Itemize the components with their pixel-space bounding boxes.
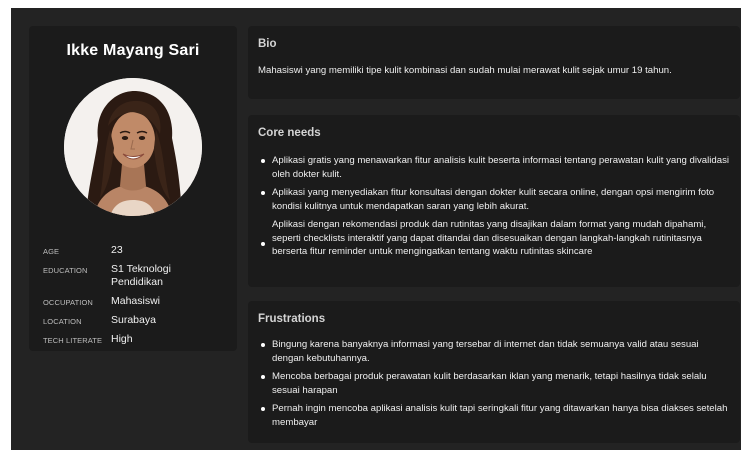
list-item: Aplikasi yang menyediakan fitur konsulta… <box>258 186 730 213</box>
list-item: Aplikasi dengan rekomendasi produk dan r… <box>258 218 730 259</box>
bullet-icon <box>261 191 265 195</box>
persona-canvas: Ikke Mayang Sari AGE 23 EDUCATION S1 Tek… <box>11 8 741 450</box>
list-item-text: Mencoba berbagai produk perawatan kulit … <box>272 371 707 396</box>
list-item-text: Aplikasi dengan rekomendasi produk dan r… <box>272 219 707 257</box>
bio-panel: Bio Mahasiswi yang memiliki tipe kulit k… <box>248 26 740 99</box>
bio-title: Bio <box>258 38 277 50</box>
bullet-icon <box>261 343 265 347</box>
list-item: Aplikasi gratis yang menawarkan fitur an… <box>258 154 730 181</box>
bio-text: Mahasiswi yang memiliki tipe kulit kombi… <box>258 65 672 76</box>
core-needs-panel: Core needs Aplikasi gratis yang menawark… <box>248 115 740 287</box>
attr-location: LOCATION Surabaya <box>43 314 229 327</box>
list-item-text: Pernah ingin mencoba aplikasi analisis k… <box>272 403 728 428</box>
attr-key: EDUCATION <box>43 266 88 275</box>
attr-value: S1 Teknologi Pendidikan <box>111 263 171 288</box>
attr-value: High <box>111 333 133 345</box>
list-item: Pernah ingin mencoba aplikasi analisis k… <box>258 402 730 429</box>
core-needs-title: Core needs <box>258 127 321 139</box>
frustrations-list: Bingung karena banyaknya informasi yang … <box>258 338 730 434</box>
profile-card: Ikke Mayang Sari AGE 23 EDUCATION S1 Tek… <box>29 26 237 351</box>
bullet-icon <box>261 375 265 379</box>
frustrations-panel: Frustrations Bingung karena banyaknya in… <box>248 301 740 443</box>
attr-key: LOCATION <box>43 317 82 326</box>
attr-education: EDUCATION S1 Teknologi Pendidikan <box>43 263 229 289</box>
list-item: Mencoba berbagai produk perawatan kulit … <box>258 370 730 397</box>
attr-value: Surabaya <box>111 314 156 326</box>
list-item: Bingung karena banyaknya informasi yang … <box>258 338 730 365</box>
avatar <box>64 78 202 216</box>
attr-value: Mahasiswi <box>111 295 161 307</box>
attr-value: 23 <box>111 244 123 256</box>
attr-age: AGE 23 <box>43 244 229 257</box>
list-item-text: Aplikasi gratis yang menawarkan fitur an… <box>272 155 730 180</box>
bullet-icon <box>261 407 265 411</box>
attr-tech-literate: TECH LITERATE High <box>43 333 229 346</box>
attr-key: OCCUPATION <box>43 298 93 307</box>
attr-key: AGE <box>43 247 60 256</box>
avatar-photo-icon <box>64 78 202 216</box>
attr-key: TECH LITERATE <box>43 336 103 345</box>
list-item-text: Aplikasi yang menyediakan fitur konsulta… <box>272 187 715 212</box>
attr-occupation: OCCUPATION Mahasiswi <box>43 295 229 308</box>
frustrations-title: Frustrations <box>258 313 326 325</box>
bullet-icon <box>261 242 265 246</box>
core-needs-list: Aplikasi gratis yang menawarkan fitur an… <box>258 154 730 264</box>
list-item-text: Bingung karena banyaknya informasi yang … <box>272 339 699 364</box>
bullet-icon <box>261 159 265 163</box>
profile-attributes: AGE 23 EDUCATION S1 Teknologi Pendidikan… <box>43 244 229 352</box>
profile-name: Ikke Mayang Sari <box>66 42 200 59</box>
